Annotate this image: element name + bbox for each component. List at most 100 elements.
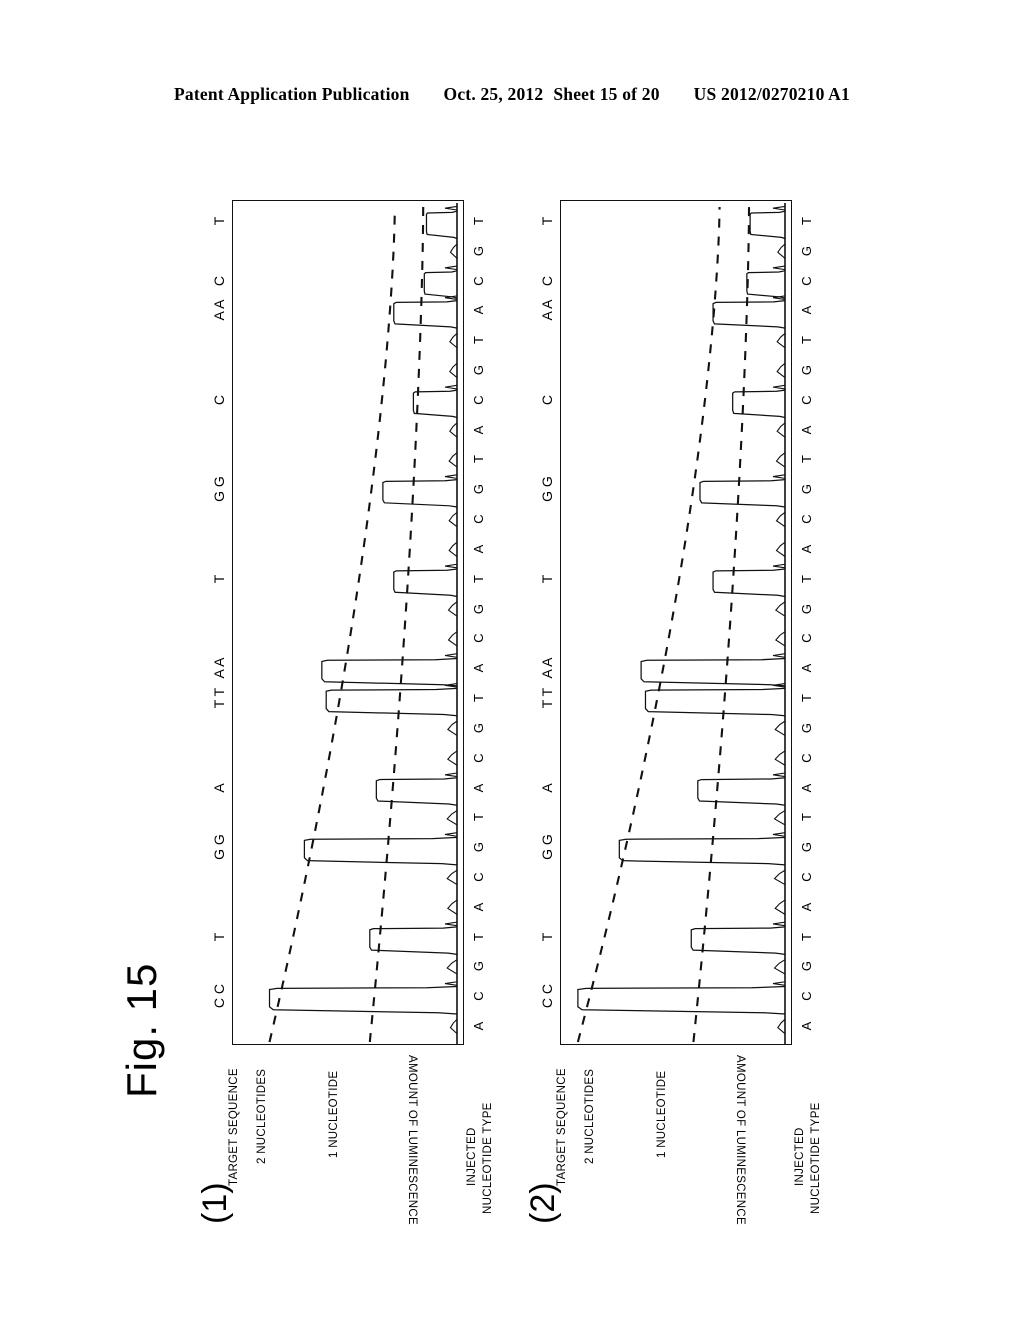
target-sequence-letter: A A: [539, 657, 555, 679]
header-date: Oct. 25, 2012: [443, 84, 544, 104]
injected-nucleotide-letter: A: [471, 544, 486, 554]
injected-nucleotide-letter: T: [471, 455, 486, 464]
injected-nucleotide-letter: A: [799, 783, 814, 792]
injected-nucleotide-letter: G: [799, 245, 814, 256]
injected-nucleotide-letter: T: [799, 694, 814, 703]
injected-nucleotide-letter: T: [471, 216, 486, 225]
injected-nucleotide-letter: G: [471, 961, 486, 972]
injected-nucleotide-letter: G: [799, 364, 814, 376]
panel-1-injected-label-line2: NUCLEOTIDE TYPE: [482, 1102, 494, 1214]
injected-nucleotide-letter: C: [471, 275, 486, 286]
injected-nucleotide-letter: A: [471, 783, 486, 792]
injected-nucleotide-letter: T: [799, 574, 814, 583]
injected-nucleotide-letter: C: [471, 872, 486, 882]
panel-2-target-sequence-rail: C CTG GAT TA ATG GCA ACT: [534, 200, 560, 1045]
injected-nucleotide-letter: G: [799, 484, 814, 495]
target-sequence-letter: G G: [211, 834, 227, 860]
injected-nucleotide-letter: G: [471, 722, 486, 733]
header-sheet: Sheet 15 of 20: [553, 84, 660, 104]
panel-2-injected-label-line1: INJECTED: [794, 1127, 806, 1186]
panel-1-pyrogram-trace: [268, 203, 458, 1044]
injected-nucleotide-letter: T: [471, 813, 486, 822]
panel-1-chart-box: [232, 200, 464, 1045]
injected-nucleotide-letter: G: [799, 603, 814, 614]
injected-nucleotide-letter: G: [471, 484, 486, 495]
injected-nucleotide-letter: T: [471, 932, 486, 941]
target-sequence-letter: C: [539, 275, 555, 286]
injected-nucleotide-letter: C: [799, 991, 814, 1001]
injected-nucleotide-letter: G: [799, 842, 814, 853]
target-sequence-letter: T: [539, 216, 555, 226]
injected-nucleotide-letter: T: [471, 694, 486, 703]
target-sequence-letter: C: [539, 394, 555, 405]
injected-nucleotide-letter: C: [799, 753, 814, 763]
panel-1-y-axis-label: AMOUNT OF LUMINESCENCE: [406, 1055, 418, 1225]
injected-nucleotide-letter: C: [799, 514, 814, 524]
target-sequence-letter: C C: [539, 984, 555, 1009]
injected-nucleotide-letter: C: [471, 991, 486, 1001]
target-sequence-letter: C: [211, 394, 227, 405]
injected-nucleotide-letter: T: [799, 455, 814, 464]
panel-2-target-sequence-label: TARGET SEQUENCE: [556, 1068, 568, 1186]
target-sequence-letter: C C: [211, 984, 227, 1009]
target-sequence-letter: T: [539, 574, 555, 584]
target-sequence-letter: C: [211, 275, 227, 286]
panel-1-one-nucleotide-label: 1 NUCLEOTIDE: [328, 1070, 340, 1158]
injected-nucleotide-letter: T: [799, 932, 814, 941]
injected-nucleotide-letter: G: [471, 603, 486, 614]
injected-nucleotide-letter: T: [799, 813, 814, 822]
injected-nucleotide-letter: T: [799, 336, 814, 345]
panel-1-two-nucleotides-label: 2 NUCLEOTIDES: [256, 1068, 268, 1164]
panel-2-number: (2): [524, 1182, 562, 1224]
injected-nucleotide-letter: C: [471, 753, 486, 763]
target-sequence-letter: G G: [539, 834, 555, 860]
injected-nucleotide-letter: A: [471, 663, 486, 673]
target-sequence-letter: T: [211, 574, 227, 584]
target-sequence-letter: T: [211, 216, 227, 226]
panel-1-number: (1): [196, 1182, 234, 1224]
injected-nucleotide-letter: A: [799, 663, 814, 673]
injected-nucleotide-letter: T: [471, 336, 486, 345]
injected-nucleotide-letter: C: [799, 275, 814, 286]
panel-2-chart-box: [560, 200, 792, 1045]
injected-nucleotide-letter: A: [799, 544, 814, 554]
target-sequence-letter: G G: [539, 476, 555, 503]
patent-header: Patent Application Publication Oct. 25, 2…: [0, 84, 1024, 105]
panel-2-two-nucleotides-label: 2 NUCLEOTIDES: [584, 1068, 596, 1164]
panel-1-target-sequence-rail: C CTG GAT TA ATG GCA ACT: [206, 200, 232, 1045]
header-publication: Patent Application Publication: [174, 84, 410, 104]
target-sequence-letter: T: [539, 932, 555, 941]
injected-nucleotide-letter: A: [799, 1021, 814, 1031]
panel-2-pyrogram-trace: [576, 203, 786, 1044]
injected-nucleotide-letter: C: [471, 633, 486, 644]
injected-nucleotide-letter: G: [799, 722, 814, 733]
injected-nucleotide-letter: T: [799, 216, 814, 225]
injected-nucleotide-letter: C: [471, 514, 486, 524]
panel-1-injected-nucleotide-rail: A C G T A C G T A C G T A C G T A C G T A C G T A C G T: [466, 200, 492, 1045]
injected-nucleotide-letter: G: [471, 364, 486, 376]
injected-nucleotide-letter: T: [471, 574, 486, 583]
panel-1-injected-label-line1: INJECTED: [466, 1127, 478, 1186]
injected-nucleotide-letter: G: [471, 245, 486, 256]
header-document-number: US 2012/0270210 A1: [693, 84, 850, 104]
injected-nucleotide-letter: C: [799, 633, 814, 644]
injected-nucleotide-letter: G: [471, 842, 486, 853]
panel-2-one-nucleotide-label: 1 NUCLEOTIDE: [656, 1070, 668, 1158]
panel-1-target-sequence-label: TARGET SEQUENCE: [228, 1068, 240, 1186]
panel-2-injected-nucleotide-rail: A C G T A C G T A C G T A C G T A C G T A C G T A C G T: [794, 200, 820, 1045]
target-sequence-letter: A: [539, 782, 555, 793]
target-sequence-letter: A A: [211, 657, 227, 679]
injected-nucleotide-letter: A: [471, 425, 486, 434]
injected-nucleotide-letter: A: [799, 902, 814, 912]
injected-nucleotide-letter: G: [799, 961, 814, 972]
target-sequence-letter: A: [211, 782, 227, 793]
injected-nucleotide-letter: A: [471, 1021, 486, 1031]
injected-nucleotide-letter: A: [799, 306, 814, 315]
figure-label: Fig. 15: [118, 962, 165, 1098]
injected-nucleotide-letter: A: [471, 306, 486, 315]
injected-nucleotide-letter: C: [471, 395, 486, 405]
target-sequence-letter: G G: [211, 476, 227, 503]
injected-nucleotide-letter: A: [471, 902, 486, 912]
panel-2-injected-label-line2: NUCLEOTIDE TYPE: [810, 1102, 822, 1214]
injected-nucleotide-letter: C: [799, 872, 814, 882]
